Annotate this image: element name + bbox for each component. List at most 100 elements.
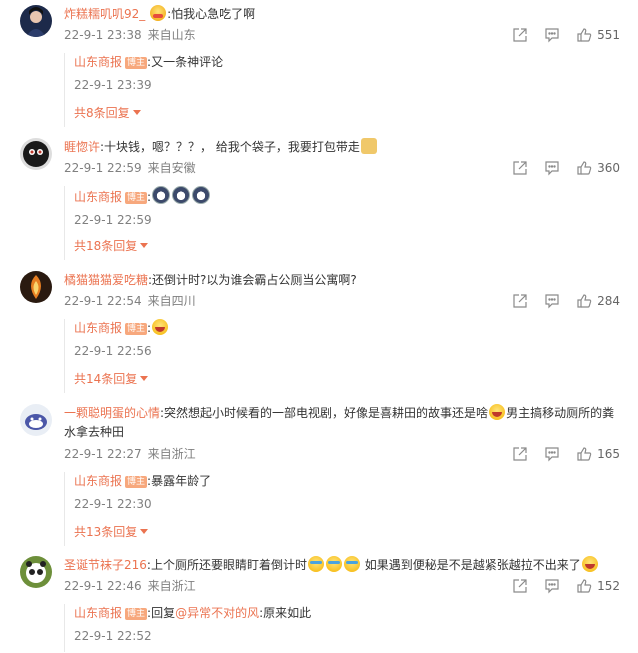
reply-item: 山东商报 博主:回复@异常不对的风:原来如此 22-9-1 22:52 [74, 604, 311, 644]
comment-text: :上个厕所还要眼睛盯着倒计时 [146, 558, 307, 572]
cry-laugh-emoji-icon [343, 556, 360, 572]
like-icon[interactable] [575, 577, 593, 595]
reply-text-continued: :原来如此 [259, 606, 312, 620]
comment-location: 来自四川 [147, 294, 196, 308]
reply-text: : [147, 190, 152, 204]
reply-text: :又一条神评论 [147, 55, 224, 69]
reply-username[interactable]: 山东商报 [74, 190, 122, 204]
comment-text: :怕我心急吃了啊 [167, 7, 256, 21]
share-icon[interactable] [511, 445, 529, 463]
share-icon[interactable] [511, 26, 529, 44]
cry-laugh-emoji-icon [307, 556, 324, 572]
comment-time: 22-9-1 22:46 [64, 579, 142, 593]
blogger-badge: 博主 [125, 476, 148, 488]
reply-divider [64, 604, 65, 652]
share-icon[interactable] [511, 577, 529, 595]
comment-time: 22-9-1 22:54 [64, 294, 142, 308]
comment-username[interactable]: 圣诞节袜子216 [64, 558, 147, 572]
more-replies-link[interactable]: 共13条回复 [74, 524, 149, 540]
comment-icon[interactable] [543, 26, 561, 44]
blogger-badge: 博主 [125, 608, 148, 620]
reply-item: 山东商报 博主: 22-9-1 22:56 [74, 319, 169, 359]
avatar[interactable] [20, 5, 52, 37]
husky-emoji-icon [152, 186, 171, 204]
husky-emoji-icon [172, 186, 191, 204]
reply-username[interactable]: 山东商报 [74, 321, 122, 335]
comment-text-continued: 男主搞移动厕所的粪 [506, 406, 615, 420]
mention-link[interactable]: @异常不对的风 [175, 606, 259, 620]
reply-username[interactable]: 山东商报 [74, 55, 122, 69]
reply-divider [64, 186, 65, 260]
blogger-badge: 博主 [125, 57, 148, 69]
like-icon[interactable] [575, 445, 593, 463]
comment-icon[interactable] [543, 445, 561, 463]
comment-username[interactable]: 睚惚许 [64, 140, 100, 154]
more-replies-link[interactable]: 共14条回复 [74, 371, 149, 387]
more-replies-label: 共13条回复 [74, 525, 138, 539]
share-icon[interactable] [511, 159, 529, 177]
comment-icon[interactable] [543, 577, 561, 595]
comment-text-continued: 如果遇到便秘是不是越紧张越拉不出来了 [360, 558, 581, 572]
comment-text: :突然想起小时候看的一部电视剧，好像是喜耕田的故事还是啥 [160, 406, 489, 420]
laugh-emoji-icon [152, 319, 169, 335]
comment-username[interactable]: 一颗聪明蛋的心情 [64, 406, 160, 420]
more-replies-link[interactable]: 共18条回复 [74, 238, 149, 254]
reply-divider [64, 53, 65, 127]
comment-username[interactable]: 橘猫猫猫爱吃糖 [64, 273, 148, 287]
share-icon[interactable] [511, 292, 529, 310]
reply-item: 山东商报 博主: 22-9-1 22:59 [74, 186, 211, 228]
reply-time: 22-9-1 22:59 [74, 213, 152, 227]
comment-username[interactable]: 炸糕糯叽叽92_ [64, 7, 145, 21]
reply-time: 22-9-1 22:52 [74, 629, 152, 643]
reply-time: 22-9-1 22:56 [74, 344, 152, 358]
caret-down-icon [140, 376, 149, 381]
reply-divider [64, 472, 65, 546]
like-icon[interactable] [575, 159, 593, 177]
reply-time: 22-9-1 23:39 [74, 78, 152, 92]
comment-location: 来自浙江 [147, 447, 196, 461]
avatar[interactable] [20, 271, 52, 303]
reply-time: 22-9-1 22:30 [74, 497, 152, 511]
avatar[interactable] [20, 404, 52, 436]
like-count: 551 [597, 28, 620, 42]
reply-text: :回复 [147, 606, 176, 620]
more-replies-label: 共8条回复 [74, 106, 130, 120]
like-count: 284 [597, 294, 620, 308]
husky-emoji-icon [192, 186, 211, 204]
more-replies-link[interactable]: 共8条回复 [74, 105, 141, 121]
comment-location: 来自山东 [147, 28, 196, 42]
caret-down-icon [140, 243, 149, 248]
reply-item: 山东商报 博主:又一条神评论 22-9-1 23:39 [74, 53, 223, 93]
caret-down-icon [132, 110, 141, 115]
comment-time: 22-9-1 22:59 [64, 161, 142, 175]
reply-username[interactable]: 山东商报 [74, 606, 122, 620]
cry-laugh-emoji-icon [325, 556, 342, 572]
comment-time: 22-9-1 23:38 [64, 28, 142, 42]
comment-location: 来自浙江 [147, 579, 196, 593]
blogger-badge: 博主 [125, 323, 148, 335]
laugh-emoji-icon [489, 404, 506, 420]
fear-emoji-icon [150, 5, 167, 21]
more-replies-label: 共14条回复 [74, 372, 138, 386]
like-count: 152 [597, 579, 620, 593]
avatar[interactable] [20, 556, 52, 588]
reply-text: : [147, 321, 152, 335]
reply-text: :暴露年龄了 [147, 474, 212, 488]
comment-icon[interactable] [543, 292, 561, 310]
caret-down-icon [140, 529, 149, 534]
laugh-emoji-icon [581, 556, 598, 572]
like-icon[interactable] [575, 26, 593, 44]
comment-time: 22-9-1 22:27 [64, 447, 142, 461]
like-count: 165 [597, 447, 620, 461]
reply-item: 山东商报 博主:暴露年龄了 22-9-1 22:30 [74, 472, 211, 512]
like-icon[interactable] [575, 292, 593, 310]
more-replies-label: 共18条回复 [74, 239, 138, 253]
avatar[interactable] [20, 138, 52, 170]
comment-location: 来自安徽 [147, 161, 196, 175]
like-count: 360 [597, 161, 620, 175]
comment-icon[interactable] [543, 159, 561, 177]
reply-username[interactable]: 山东商报 [74, 474, 122, 488]
comment-text: :十块钱，嗯？？？， 给我个袋子，我要打包带走 [100, 140, 360, 154]
blogger-badge: 博主 [125, 192, 148, 204]
reply-divider [64, 319, 65, 393]
